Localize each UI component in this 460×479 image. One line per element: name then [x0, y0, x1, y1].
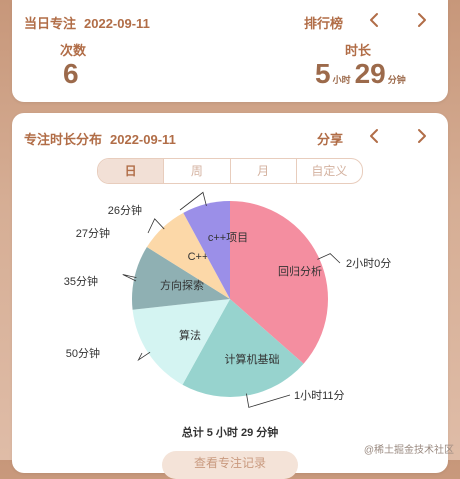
duration-hours-unit: 小时: [332, 75, 351, 85]
today-summary-card: 当日专注 2022-09-11 排行榜 次数 6 时长 5 小时 29 分钟: [12, 0, 448, 102]
chevron-right-icon[interactable]: [411, 10, 431, 30]
pie-slice-name: 算法: [179, 328, 201, 342]
ranking-button[interactable]: 排行榜: [304, 13, 343, 32]
pie-slice-name: 回归分析: [278, 264, 322, 278]
duration-minutes: 29: [354, 58, 386, 89]
total-duration: 总计 5 小时 29 分钟: [181, 427, 279, 439]
chevron-left-icon[interactable]: [365, 10, 385, 30]
pie-leader-line: [137, 351, 151, 362]
watermark: @稀土掘金技术社区: [363, 445, 454, 456]
duration-minutes-unit: 分钟: [387, 75, 406, 85]
today-title: 当日专注: [24, 16, 77, 31]
pie-slice-name: 计算机基础: [225, 352, 280, 366]
pie-slice-value-label: 35分钟: [64, 274, 98, 288]
count-value: 6: [63, 58, 79, 89]
pie-slice-name: 方向探索: [160, 278, 204, 292]
pie-slice-value-label: 50分钟: [66, 346, 100, 360]
today-header: 当日专注 2022-09-11: [24, 13, 150, 32]
pie-slice-value-label: 27分钟: [76, 226, 110, 240]
count-label: 次数: [60, 43, 87, 58]
duration-hours: 5: [315, 58, 331, 89]
pie-slice-value-label: 1小时11分: [294, 389, 345, 402]
duration-value: 5 小时 29 分钟: [315, 58, 410, 90]
distribution-card: 专注时长分布 2022-09-11 分享 日 周 月 自定义 回归分析 2小时0分计…: [12, 113, 448, 479]
focus-pie-chart: 回归分析2小时0分计算机基础1小时11分算法50分钟方向探索35分钟C++27分…: [64, 191, 391, 408]
duration-label: 时长: [345, 43, 372, 58]
pie-slice-value-label: 26分钟: [108, 203, 142, 217]
view-records-button[interactable]: 查看专注记录: [162, 451, 298, 479]
today-date: 2022-09-11: [84, 16, 150, 31]
pie-slice-name: c++项目: [208, 231, 248, 244]
pie-leader-line: [317, 253, 341, 264]
pie-leader-line: [246, 393, 291, 408]
pie-slice-value-label: 2小时0分: [346, 257, 391, 270]
